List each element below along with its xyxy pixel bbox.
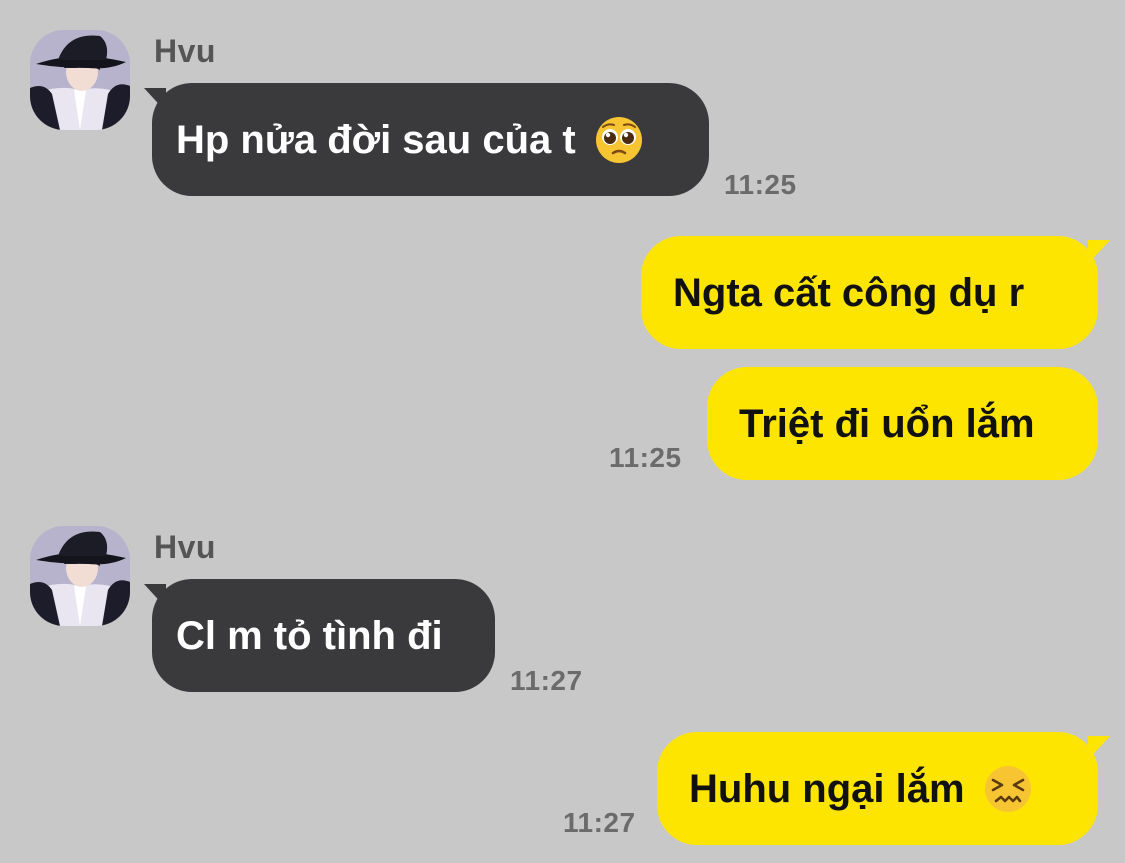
sender-avatar[interactable] [30,526,130,626]
message-timestamp: 11:27 [510,665,583,696]
bubble-tail [1088,736,1110,760]
chat-area[interactable]: Hvu Hp nửa đời sau của t 11:25 Ngta cất … [0,0,1125,863]
avatar-image [30,526,130,626]
message-bubble-outgoing[interactable]: Huhu ngại lắm [657,732,1098,845]
message-timestamp: 11:25 [609,442,682,473]
avatar-image [30,30,130,130]
message-text: Triệt đi uổn lắm [739,401,1035,446]
bubble-tail [1088,240,1110,264]
sender-name: Hvu [154,33,216,69]
message-bubble-incoming[interactable]: Hp nửa đời sau của t [152,83,709,196]
message-text: Hp nửa đời sau của t [176,117,576,162]
message-timestamp: 11:25 [724,169,797,200]
message-bubble-incoming[interactable]: Cl m tỏ tình đi [152,579,495,692]
sender-name: Hvu [154,529,216,565]
message-text: Cl m tỏ tình đi [176,613,443,658]
message-bubble-outgoing[interactable]: Ngta cất công dụ r [641,236,1098,349]
pleading-face-icon [594,115,644,165]
sender-avatar[interactable] [30,30,130,130]
confounded-face-icon [983,764,1033,814]
message-text: Ngta cất công dụ r [673,270,1025,315]
message-bubble-outgoing[interactable]: Triệt đi uổn lắm [707,367,1098,480]
message-text: Huhu ngại lắm [689,766,965,811]
message-timestamp: 11:27 [563,807,636,838]
